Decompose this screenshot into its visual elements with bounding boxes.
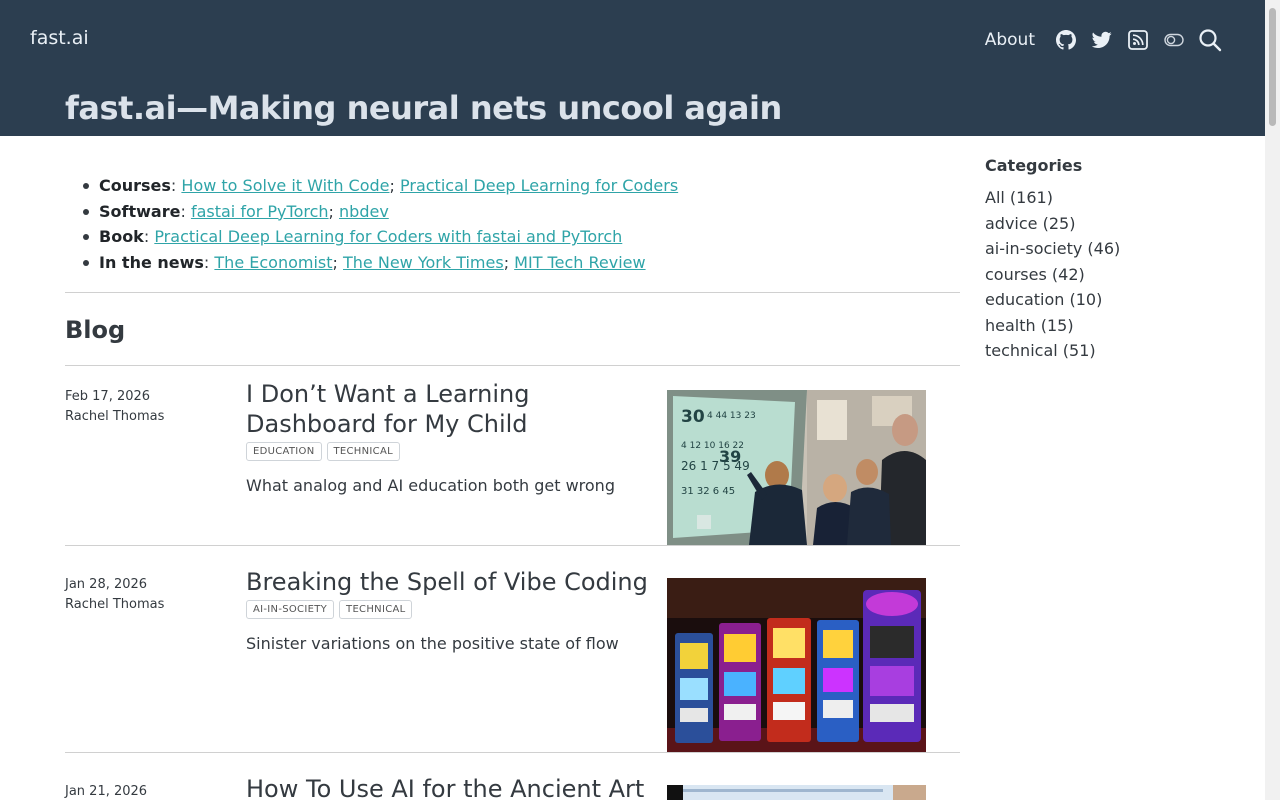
categories-heading: Categories	[985, 156, 1083, 175]
nav-links: About	[985, 26, 1225, 54]
link-how-to-solve-it[interactable]: How to Solve it With Code	[181, 176, 389, 195]
rss-icon[interactable]	[1123, 26, 1153, 54]
tag-technical[interactable]: TECHNICAL	[326, 442, 400, 461]
post-title[interactable]: Breaking the Spell of Vibe Coding	[246, 567, 666, 597]
post-thumbnail-slot-machines[interactable]	[667, 578, 926, 752]
post-date: Feb 17, 2026	[65, 389, 151, 404]
svg-text:39: 39	[719, 447, 741, 466]
tag-education[interactable]: EDUCATION	[246, 442, 322, 461]
post-tags: AI-IN-SOCIETY TECHNICAL	[246, 600, 417, 619]
link-mit-tech-review[interactable]: MIT Tech Review	[514, 253, 645, 272]
nav-about-link[interactable]: About	[985, 30, 1035, 50]
categories-sidebar: Categories All (161) advice (25) ai-in-s…	[985, 156, 1225, 364]
post-author: Rachel Thomas	[65, 597, 165, 612]
intro-book: Book: Practical Deep Learning for Coders…	[83, 224, 960, 250]
intro-software-label: Software	[99, 201, 181, 221]
tag-ai-in-society[interactable]: AI-IN-SOCIETY	[246, 600, 335, 619]
separator: ;	[503, 252, 510, 272]
svg-text:31 32 6 45: 31 32 6 45	[681, 486, 735, 497]
tag-technical[interactable]: TECHNICAL	[339, 600, 413, 619]
category-ai-in-society[interactable]: ai-in-society (46)	[985, 236, 1225, 262]
separator: ;	[332, 252, 338, 272]
post-author: Rachel Thomas	[65, 409, 165, 424]
category-technical[interactable]: technical (51)	[985, 338, 1225, 364]
scrollbar-thumb[interactable]	[1269, 8, 1276, 126]
separator: ;	[328, 201, 334, 221]
github-icon[interactable]	[1051, 26, 1081, 54]
colon: :	[203, 252, 210, 272]
post-thumbnail-screenshot[interactable]	[667, 785, 926, 800]
intro-news: In the news: The Economist; The New York…	[83, 250, 960, 276]
post-date: Jan 28, 2026	[65, 577, 148, 592]
post-date: Jan 21, 2026	[65, 784, 148, 799]
colon: :	[180, 201, 186, 221]
category-education[interactable]: education (10)	[985, 287, 1225, 313]
site-title: fast.ai—Making neural nets uncool again	[65, 89, 782, 127]
colon: :	[143, 227, 150, 247]
intro-links: Courses: How to Solve it With Code; Prac…	[65, 173, 960, 275]
divider	[65, 365, 960, 366]
link-practical-deep-learning[interactable]: Practical Deep Learning for Coders	[400, 176, 678, 195]
separator: ;	[389, 176, 395, 195]
intro-courses: Courses: How to Solve it With Code; Prac…	[83, 173, 960, 199]
post-description: What analog and AI education both get wr…	[246, 476, 615, 495]
post-divider	[65, 752, 960, 753]
navbar: fast.ai About fast.ai—Making neural nets…	[0, 0, 1265, 136]
svg-text:30: 30	[681, 407, 705, 427]
link-economist[interactable]: The Economist	[214, 253, 332, 272]
category-courses[interactable]: courses (42)	[985, 262, 1225, 288]
scrollbar[interactable]	[1265, 0, 1280, 800]
post-thumbnail-classroom[interactable]: 30 4 44 13 23 4 12 10 16 22 26 1 7 5 49 …	[667, 390, 926, 545]
link-book[interactable]: Practical Deep Learning for Coders with …	[154, 227, 622, 246]
svg-text:4 44 13 23: 4 44 13 23	[707, 411, 756, 421]
twitter-icon[interactable]	[1087, 26, 1117, 54]
intro-courses-label: Courses	[99, 176, 171, 195]
post-divider	[65, 545, 960, 546]
brand-link[interactable]: fast.ai	[30, 27, 89, 49]
toggle-icon[interactable]	[1159, 26, 1189, 54]
link-nyt[interactable]: The New York Times	[343, 253, 504, 272]
intro-news-label: In the news	[99, 252, 204, 272]
post-description: Sinister variations on the positive stat…	[246, 634, 619, 653]
category-advice[interactable]: advice (25)	[985, 211, 1225, 237]
category-all[interactable]: All (161)	[985, 185, 1225, 211]
divider	[65, 292, 960, 293]
intro-book-label: Book	[99, 227, 144, 247]
post-tags: EDUCATION TECHNICAL	[246, 442, 405, 461]
link-nbdev[interactable]: nbdev	[339, 202, 389, 221]
category-health[interactable]: health (15)	[985, 313, 1225, 339]
blog-heading: Blog	[65, 316, 126, 344]
link-fastai-pytorch[interactable]: fastai for PyTorch	[191, 202, 329, 221]
intro-software: Software: fastai for PyTorch; nbdev	[83, 199, 960, 225]
post-title[interactable]: I Don’t Want a Learning Dashboard for My…	[246, 379, 646, 439]
search-icon[interactable]	[1195, 26, 1225, 54]
colon: :	[170, 176, 177, 195]
